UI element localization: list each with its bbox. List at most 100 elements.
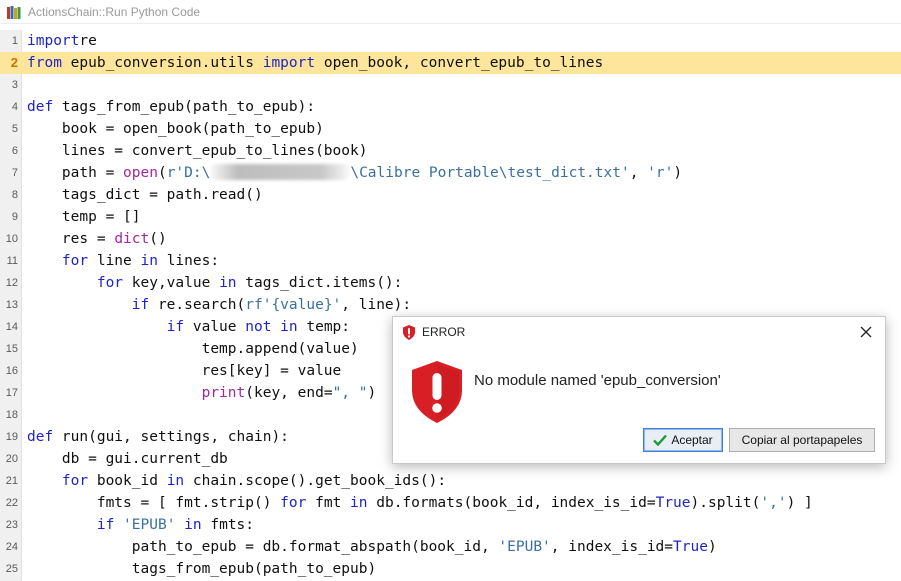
line-number: 2 (10, 55, 18, 70)
code-line[interactable]: 6 lines = convert_epub_to_lines(book) (0, 140, 901, 162)
line-number: 25 (5, 563, 18, 575)
code-text[interactable]: def tags_from_epub(path_to_epub): (27, 96, 315, 118)
code-token: if (27, 319, 185, 335)
code-text[interactable]: for book_id in chain.scope().get_book_id… (27, 470, 446, 492)
line-number: 4 (11, 101, 18, 113)
window-titlebar: ActionsChain::Run Python Code (0, 0, 901, 24)
code-line[interactable]: 2 from epub_conversion.utils import open_… (0, 52, 901, 74)
check-icon (653, 434, 668, 446)
code-line[interactable]: 5 book = open_book(path_to_epub) (0, 118, 901, 140)
code-token: if (27, 517, 115, 533)
code-token: line (88, 253, 141, 269)
code-line[interactable]: 1 importre (0, 30, 901, 52)
code-token: book_id (88, 473, 167, 489)
code-token: lines: (157, 253, 220, 269)
code-token: fmts: (201, 517, 255, 533)
code-text[interactable]: book = open_book(path_to_epub) (27, 118, 324, 140)
code-token: rf'{value}' (245, 297, 342, 313)
code-token: 'EPUB' (498, 539, 551, 555)
code-text[interactable]: from epub_conversion.utils import open_b… (27, 52, 603, 74)
code-token: ) (707, 539, 717, 555)
code-token: open (123, 165, 158, 181)
code-text[interactable]: if 'EPUB' in fmts: (27, 514, 254, 536)
code-lines[interactable]: 1 importre 2 from epub_conversion.utils imp… (0, 30, 901, 580)
code-token: ) (367, 385, 377, 401)
code-token: temp: (297, 319, 351, 335)
code-text[interactable]: lines = convert_epub_to_lines(book) (27, 140, 368, 162)
code-token: in (166, 473, 185, 489)
code-line[interactable]: 13 if re.search(rf'{value}', line): (0, 294, 901, 316)
code-text[interactable]: res = dict() (27, 228, 167, 250)
code-text[interactable]: tags_from_epub(path_to_epub) (27, 558, 376, 580)
line-number: 20 (5, 453, 18, 465)
code-text[interactable]: res[key] = value (27, 360, 342, 382)
code-line[interactable]: 4 def tags_from_epub(path_to_epub): (0, 96, 901, 118)
code-line[interactable]: 7 path = open(r'D:\ \Calibre Portable\tes… (0, 162, 901, 184)
line-number: 23 (5, 519, 18, 531)
line-number: 16 (5, 365, 18, 377)
error-message: No module named 'epub_conversion' (474, 372, 721, 389)
line-number: 5 (11, 123, 18, 135)
code-line[interactable]: 12 for key,value in tags_dict.items(): (0, 272, 901, 294)
code-text[interactable]: importre (27, 30, 97, 52)
code-text[interactable]: print(key, end=", ") (27, 382, 377, 404)
code-text[interactable]: for key,value in tags_dict.items(): (27, 272, 403, 294)
code-text[interactable]: temp = [] (27, 206, 141, 228)
code-token: , index_is_id= (550, 539, 674, 555)
code-line[interactable]: 21 for book_id in chain.scope().get_book… (0, 470, 901, 492)
code-token: run(gui, settings, chain): (53, 429, 289, 445)
code-line[interactable]: 8 tags_dict = path.read() (0, 184, 901, 206)
code-line[interactable]: 11 for line in lines: (0, 250, 901, 272)
line-number: 11 (6, 255, 18, 267)
code-token: for (280, 495, 307, 511)
line-number: 15 (5, 343, 18, 355)
code-token: print (27, 385, 246, 401)
code-token: tags_dict.items(): (236, 275, 403, 291)
window-title: ActionsChain::Run Python Code (28, 4, 201, 19)
code-line[interactable]: 24 path_to_epub = db.format_abspath(book… (0, 536, 901, 558)
code-text[interactable]: if re.search(rf'{value}', line): (27, 294, 411, 316)
code-token: ) ] (786, 495, 813, 511)
code-token: , (629, 165, 648, 181)
code-line[interactable]: 9 temp = [] (0, 206, 901, 228)
code-token: temp.append(value) (27, 341, 359, 357)
code-line[interactable]: 3 (0, 74, 901, 96)
code-token: r'D:\ (166, 165, 211, 181)
code-text[interactable]: path_to_epub = db.format_abspath(book_id… (27, 536, 717, 558)
code-text[interactable]: for line in lines: (27, 250, 219, 272)
code-token: for (27, 275, 124, 291)
code-line[interactable]: 25 tags_from_epub(path_to_epub) (0, 558, 901, 580)
code-line[interactable]: 23 if 'EPUB' in fmts: (0, 514, 901, 536)
code-token: ) (673, 165, 683, 181)
code-token: epub_conversion.utils (61, 55, 263, 71)
code-token: ',' (760, 495, 787, 511)
code-token: 'r' (647, 165, 674, 181)
line-number: 19 (5, 431, 18, 443)
line-number: 10 (5, 233, 18, 245)
dialog-close-button[interactable] (855, 322, 877, 342)
code-token: db.formats(book_id, index_is_id= (367, 495, 656, 511)
line-number: 6 (11, 145, 18, 157)
accept-button-label: Aceptar (671, 433, 713, 447)
code-text[interactable]: db = gui.current_db (27, 448, 228, 470)
code-token: def (27, 429, 54, 445)
code-text[interactable]: fmts = [ fmt.strip() for fmt in db.forma… (27, 492, 813, 514)
code-line[interactable]: 22 fmts = [ fmt.strip() for fmt in db.fo… (0, 492, 901, 514)
line-number: 21 (5, 475, 18, 487)
code-token: re (79, 33, 97, 49)
code-text[interactable]: path = open(r'D:\ \Calibre Portable\test_… (27, 162, 682, 184)
error-shield-icon (412, 361, 462, 423)
code-editor[interactable]: 1 importre 2 from epub_conversion.utils imp… (0, 30, 901, 581)
code-token: lines = convert_epub_to_lines(book) (27, 143, 368, 159)
dialog-titlebar: ERROR (393, 317, 885, 347)
code-token: value (184, 319, 246, 335)
copy-to-clipboard-button[interactable]: Copiar al portapapeles (729, 428, 875, 452)
code-text[interactable]: if value not in temp: (27, 316, 350, 338)
code-text[interactable]: def run(gui, settings, chain): (27, 426, 289, 448)
code-token: fmts = [ fmt.strip() (27, 495, 281, 511)
code-text[interactable]: tags_dict = path.read() (27, 184, 263, 206)
code-token: import (27, 33, 80, 49)
code-line[interactable]: 10 res = dict() (0, 228, 901, 250)
code-text[interactable]: temp.append(value) (27, 338, 359, 360)
accept-button[interactable]: Aceptar (643, 428, 723, 452)
